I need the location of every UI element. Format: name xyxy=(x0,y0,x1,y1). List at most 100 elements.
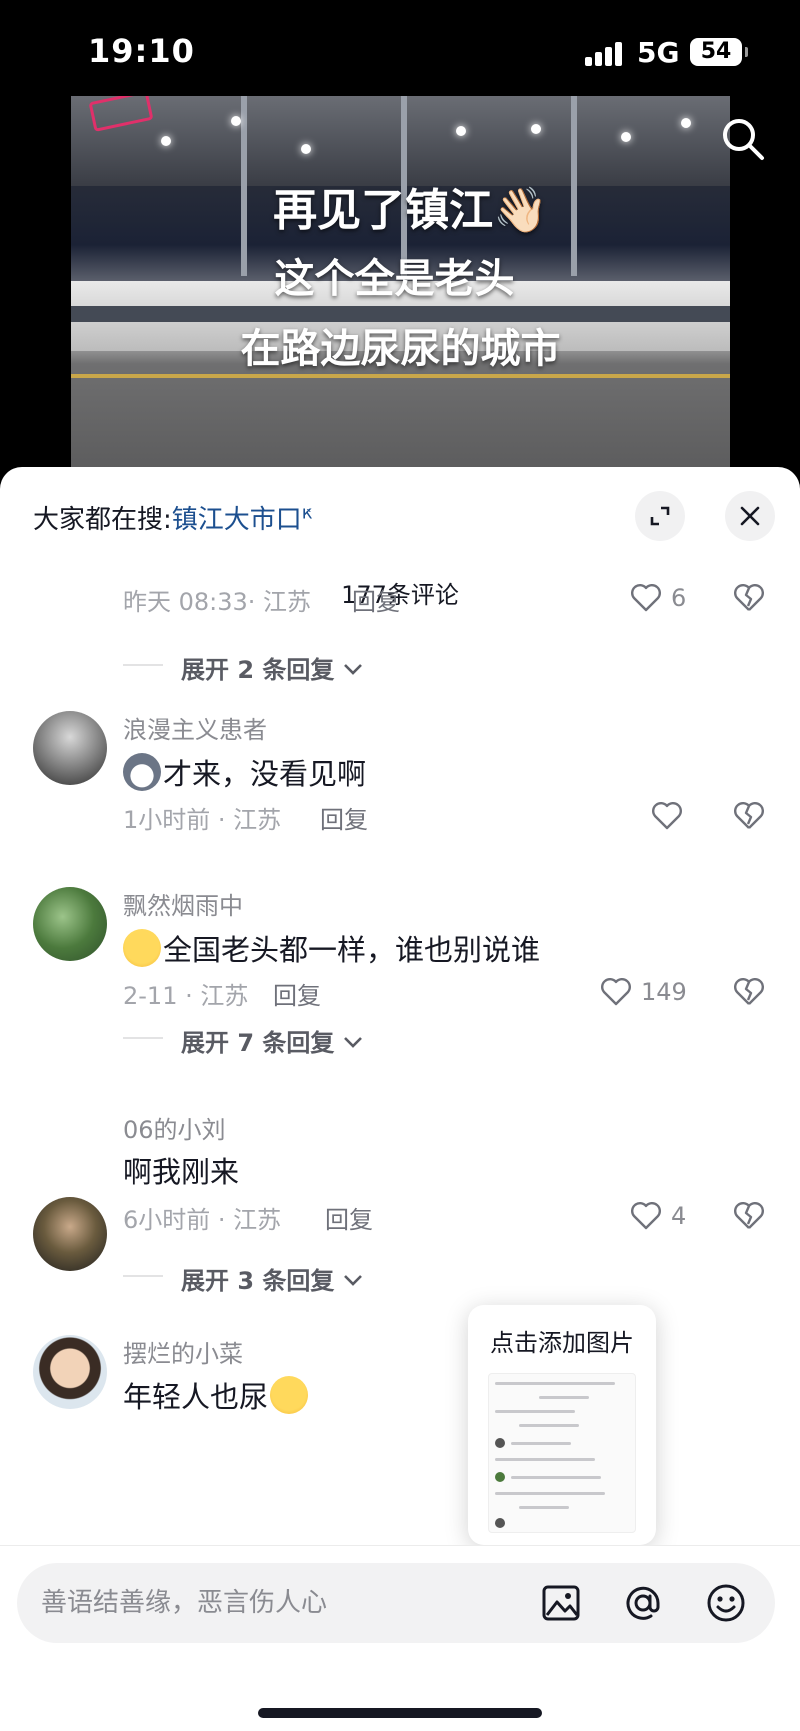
trending-search-keyword[interactable]: 镇江大市口 xyxy=(172,505,302,535)
trending-search-prefix: 大家都在搜: xyxy=(33,505,172,535)
thumb-line xyxy=(495,1492,605,1495)
dislike-button[interactable] xyxy=(732,1198,766,1232)
thumb-line xyxy=(519,1424,579,1427)
battery-level: 54 xyxy=(700,39,732,64)
like-button[interactable]: 6 xyxy=(629,580,686,620)
comment-meta: 昨天 08:33· 江苏 xyxy=(123,582,311,617)
dislike-button[interactable] xyxy=(732,798,766,832)
thumb-line xyxy=(495,1458,595,1461)
ceiling-light xyxy=(301,144,311,154)
comment-meta: 1小时前 · 江苏 xyxy=(123,806,282,834)
comment-username[interactable]: 浪漫主义患者 xyxy=(123,710,267,745)
thumb-line xyxy=(495,1410,575,1413)
broken-heart-icon xyxy=(734,802,764,829)
thumb-line xyxy=(495,1382,615,1385)
comment-text-content: 年轻人也尿 xyxy=(123,1380,269,1414)
thumb-avatar xyxy=(495,1472,505,1482)
comment-text: 才来，没看见啊 xyxy=(123,751,366,793)
ceiling-light xyxy=(681,118,691,128)
avatar[interactable] xyxy=(33,1335,107,1409)
battery-icon: 54 xyxy=(690,38,748,66)
divider-line xyxy=(123,1037,163,1039)
reply-button[interactable]: 回复 xyxy=(320,800,368,835)
comment-text: 全国老头都一样，谁也别说谁 xyxy=(123,927,540,969)
video-player[interactable]: 再见了镇江👋🏻 这个全是老头 在路边尿尿的城市 xyxy=(71,96,730,468)
trending-search[interactable]: 大家都在搜:镇江大市口ԟ xyxy=(33,499,313,536)
dog-emoji xyxy=(123,753,161,791)
thumb-line xyxy=(519,1506,569,1509)
platform-line xyxy=(71,374,730,378)
reply-button[interactable]: 回复 xyxy=(352,582,400,617)
thumb-avatar xyxy=(495,1518,505,1528)
avatar[interactable] xyxy=(33,711,107,785)
image-icon[interactable] xyxy=(540,1582,582,1624)
expand-button[interactable] xyxy=(635,491,685,541)
like-count: 149 xyxy=(641,978,687,1006)
comment-sheet: 大家都在搜:镇江大市口ԟ 177条评论 昨天 08:33· 江苏 回复 6 展开… xyxy=(0,467,800,1731)
heart-icon xyxy=(631,584,661,612)
like-button[interactable]: 4 xyxy=(629,1198,686,1238)
search-icon[interactable] xyxy=(720,116,766,162)
video-caption-line-2: 这个全是老头 xyxy=(274,256,515,302)
comment-input[interactable] xyxy=(41,1563,521,1643)
broken-heart-icon xyxy=(734,584,764,611)
like-button[interactable]: 149 xyxy=(599,974,687,1014)
at-icon[interactable] xyxy=(622,1582,664,1624)
heart-icon xyxy=(652,802,682,830)
ceiling-light xyxy=(456,126,466,136)
status-bar: 19:10 5G 54 xyxy=(0,0,800,100)
avatar[interactable] xyxy=(33,1197,107,1271)
expand-replies-label: 展开 2 条回复 xyxy=(181,650,363,685)
comment-meta: 2-11 · 江苏 xyxy=(123,982,249,1010)
status-time: 19:10 xyxy=(88,32,195,70)
comment-meta-text: 昨天 08:33· 江苏 xyxy=(123,588,312,616)
comment-username[interactable]: 飘然烟雨中 xyxy=(123,886,243,921)
expand-replies-label: 展开 7 条回复 xyxy=(181,1023,363,1058)
signal-icon xyxy=(585,40,625,66)
screenshot-thumbnail[interactable] xyxy=(488,1373,636,1533)
reply-button[interactable]: 回复 xyxy=(325,1200,373,1235)
expand-replies-text: 展开 3 条回复 xyxy=(181,1267,335,1295)
chevron-down-icon xyxy=(343,664,362,675)
expand-replies-text: 展开 2 条回复 xyxy=(181,656,335,684)
divider-line xyxy=(123,1275,163,1277)
emoji-icon[interactable] xyxy=(705,1582,747,1624)
add-image-popup[interactable]: 点击添加图片 xyxy=(468,1305,656,1557)
network-label: 5G xyxy=(637,36,680,69)
dislike-button[interactable] xyxy=(732,974,766,1008)
close-icon xyxy=(740,506,760,526)
expand-icon xyxy=(650,506,670,526)
thumb-avatar xyxy=(495,1438,505,1448)
chevron-down-icon xyxy=(343,1037,362,1048)
avatar[interactable] xyxy=(33,887,107,961)
thumb-line xyxy=(511,1476,601,1479)
like-button[interactable] xyxy=(650,798,684,838)
video-caption-line-3: 在路边尿尿的城市 xyxy=(240,326,561,372)
comment-username[interactable]: 06的小刘 xyxy=(123,1110,226,1145)
chevron-down-icon xyxy=(343,1275,362,1286)
comment-input-container xyxy=(17,1563,775,1643)
thumb-line xyxy=(511,1442,571,1445)
ceiling-light xyxy=(621,132,631,142)
dislike-button[interactable] xyxy=(732,580,766,614)
thumb-line xyxy=(539,1396,589,1399)
close-button[interactable] xyxy=(725,491,775,541)
ceiling-light xyxy=(161,136,171,146)
reply-button[interactable]: 回复 xyxy=(273,976,321,1011)
comment-input-bar xyxy=(0,1545,800,1731)
search-small-icon: ԟ xyxy=(301,502,313,524)
comment-text-content: 全国老头都一样，谁也别说谁 xyxy=(163,933,541,967)
ceiling-light xyxy=(231,116,241,126)
rofl-emoji xyxy=(270,1376,309,1414)
comment-meta: 6小时前 · 江苏 xyxy=(123,1206,282,1234)
home-indicator[interactable] xyxy=(258,1708,542,1718)
ceiling-light xyxy=(531,124,541,134)
broken-heart-icon xyxy=(734,1202,764,1229)
like-count: 4 xyxy=(671,1202,687,1230)
comment-text: 啊我刚来 xyxy=(123,1155,240,1189)
comment-text: 年轻人也尿 xyxy=(123,1374,310,1416)
like-count: 6 xyxy=(671,584,687,612)
video-caption-line-1: 再见了镇江👋🏻 xyxy=(273,185,548,236)
comment-username[interactable]: 摆烂的小菜 xyxy=(123,1334,243,1369)
comment-text-content: 才来，没看见啊 xyxy=(163,757,367,791)
